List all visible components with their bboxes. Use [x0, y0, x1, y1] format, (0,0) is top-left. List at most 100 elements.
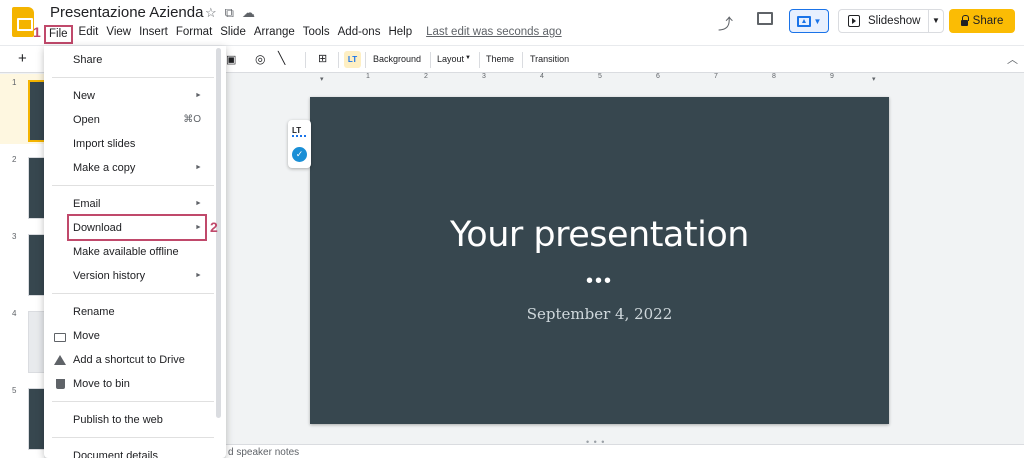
current-slide[interactable]: Your presentation ••• September 4, 2022 [310, 97, 889, 424]
present-screen-icon [796, 15, 811, 27]
slides-logo-icon[interactable] [12, 7, 34, 37]
slide-thumbnail-row[interactable]: 5 [0, 382, 44, 452]
ruler-number: 7 [714, 73, 718, 80]
share-button[interactable]: Share [949, 9, 1015, 33]
share-label: Share [972, 15, 1004, 27]
line-icon[interactable]: ╲ [278, 51, 285, 65]
ruler-indent-marker-icon[interactable]: ▾ [320, 75, 324, 83]
slide-subtitle-date[interactable]: September 4, 2022 [310, 305, 889, 323]
horizontal-ruler: ▾ 1 2 3 4 5 6 7 8 9 ▾ [310, 73, 890, 84]
chevron-down-icon[interactable]: ▼ [465, 55, 471, 61]
ruler-number: 4 [540, 73, 544, 80]
slide-number: 3 [12, 232, 17, 241]
submenu-arrow-icon: ► [195, 92, 202, 99]
present-to-meeting-button[interactable]: ▼ [789, 9, 829, 33]
ruler-number: 3 [482, 73, 486, 80]
drive-shortcut-icon [54, 355, 66, 365]
theme-button[interactable]: Theme [486, 54, 514, 64]
menu-slide[interactable]: Slide [216, 25, 250, 44]
toolbar-divider [430, 52, 431, 68]
slide-thumbnail[interactable] [28, 234, 44, 296]
menu-edit[interactable]: Edit [75, 25, 103, 44]
slideshow-label: Slideshow [868, 15, 921, 27]
background-button[interactable]: Background [373, 54, 421, 64]
toolbar-divider [479, 52, 480, 68]
menu-item-add-shortcut[interactable]: Add a shortcut to Drive [73, 354, 185, 366]
submenu-arrow-icon: ► [195, 272, 202, 279]
cloud-status-icon[interactable]: ☁ [242, 5, 255, 21]
menu-item-new[interactable]: New [73, 90, 95, 102]
shape-icon[interactable]: ◎ [255, 52, 265, 66]
ruler-number: 5 [598, 73, 602, 80]
slide-number: 1 [12, 78, 17, 87]
menu-item-document-details[interactable]: Document details [73, 450, 158, 458]
menu-item-share[interactable]: Share [73, 54, 102, 66]
menu-item-version-history[interactable]: Version history [73, 270, 145, 282]
toolbar-divider [365, 52, 366, 68]
ruler-number: 8 [772, 73, 776, 80]
menu-item-make-copy[interactable]: Make a copy [73, 162, 135, 174]
move-folder-icon[interactable]: ⧉ [225, 5, 234, 21]
new-slide-button[interactable]: + [18, 50, 27, 67]
menu-view[interactable]: View [102, 25, 135, 44]
slide-thumbnail-row[interactable]: 3 [0, 228, 44, 298]
slide-thumbnail[interactable] [28, 388, 44, 450]
menu-item-email[interactable]: Email [73, 198, 101, 210]
document-title[interactable]: Presentazione Azienda [50, 4, 203, 21]
slideshow-button[interactable]: Slideshow ▼ [838, 9, 944, 33]
wave-underline-icon [292, 135, 306, 137]
menu-help[interactable]: Help [384, 25, 416, 44]
step-number-2: 2 [210, 219, 218, 235]
open-shortcut: ⌘O [183, 114, 201, 125]
menu-arrange[interactable]: Arrange [250, 25, 299, 44]
menu-item-import-slides[interactable]: Import slides [73, 138, 135, 150]
menu-item-move-to-bin[interactable]: Move to bin [73, 378, 130, 390]
collapse-toolbar-icon[interactable]: ︿ [1007, 51, 1018, 67]
star-icon[interactable]: ☆ [205, 5, 217, 21]
slide-thumbnail-row[interactable]: 1 [0, 74, 44, 144]
menu-bar: File Edit View Insert Format Slide Arran… [44, 25, 566, 44]
slide-title[interactable]: Your presentation [310, 215, 889, 255]
chevron-down-icon: ▼ [813, 16, 822, 26]
step-number-1: 1 [33, 24, 41, 40]
slide-dots: ••• [585, 270, 613, 292]
menu-format[interactable]: Format [172, 25, 216, 44]
comment-add-icon[interactable]: ⊞ [318, 52, 327, 65]
last-edit-link[interactable]: Last edit was seconds ago [422, 25, 566, 44]
check-circle-icon[interactable]: ✓ [292, 147, 307, 162]
comment-history-icon[interactable] [757, 12, 773, 25]
slide-thumbnail-row[interactable]: 2 [0, 151, 44, 221]
image-icon[interactable]: ▣ [226, 53, 236, 66]
file-menu-dropdown: Share New ► Open ⌘O Import slides Make a… [44, 46, 226, 458]
ruler-number: 6 [656, 73, 660, 80]
ruler-indent-marker-icon[interactable]: ▾ [872, 75, 876, 83]
slide-thumbnail[interactable] [28, 157, 44, 219]
menu-separator [52, 77, 214, 78]
slide-filmstrip: 1 2 3 4 5 [0, 74, 44, 458]
menu-addons[interactable]: Add-ons [334, 25, 385, 44]
activity-dashboard-icon[interactable]: ⤴ [718, 13, 733, 34]
transition-button[interactable]: Transition [530, 54, 569, 64]
menu-item-publish[interactable]: Publish to the web [73, 414, 163, 426]
slide-number: 5 [12, 386, 17, 395]
submenu-arrow-icon: ► [195, 164, 202, 171]
menu-item-download[interactable]: Download [73, 222, 122, 234]
language-tool-bubble[interactable]: LT ✓ [288, 120, 311, 168]
slide-thumbnail[interactable] [28, 80, 44, 142]
play-icon [848, 15, 860, 27]
language-tool-toolbar-icon[interactable]: LT [344, 51, 361, 68]
chevron-down-icon[interactable]: ▼ [932, 16, 940, 25]
menu-tools[interactable]: Tools [299, 25, 334, 44]
slide-thumbnail-row[interactable]: 4 [0, 305, 44, 375]
ruler-number: 1 [366, 73, 370, 80]
menu-item-open[interactable]: Open [73, 114, 100, 126]
menu-insert[interactable]: Insert [135, 25, 172, 44]
layout-button[interactable]: Layout [437, 54, 464, 64]
submenu-arrow-icon: ► [195, 200, 202, 207]
menu-item-move[interactable]: Move [73, 330, 100, 342]
menu-file[interactable]: File [44, 25, 73, 44]
speaker-notes-area[interactable]: d speaker notes [226, 444, 1024, 458]
menu-item-make-offline[interactable]: Make available offline [73, 246, 179, 258]
slide-thumbnail[interactable] [28, 311, 44, 373]
menu-item-rename[interactable]: Rename [73, 306, 115, 318]
